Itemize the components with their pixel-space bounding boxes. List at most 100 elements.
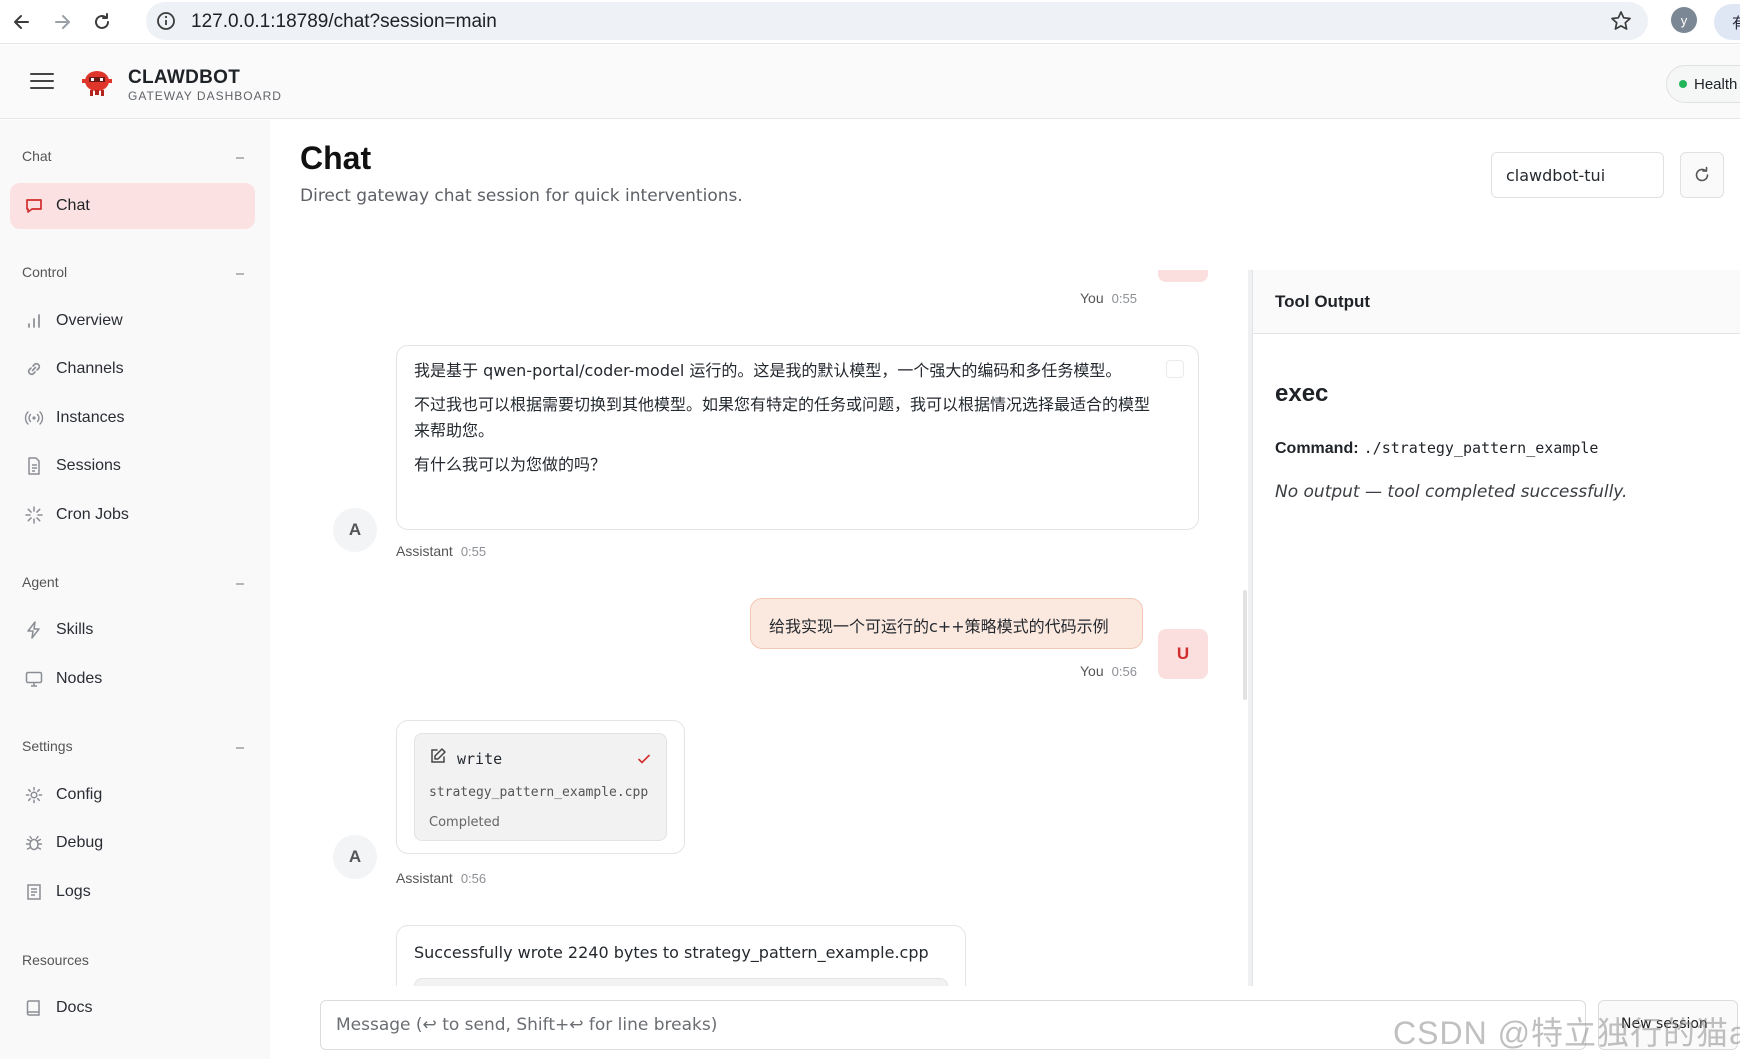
assistant-message-bubble[interactable]: 我是基于 qwen-portal/coder-model 运行的。这是我的默认模…: [396, 345, 1199, 530]
refresh-icon: [1695, 166, 1709, 182]
sidebar-item-label: Config: [56, 786, 103, 803]
sidebar-item-label: Logs: [56, 883, 91, 900]
edit-icon: [429, 747, 447, 773]
document-icon: [24, 456, 44, 476]
clawdbot-logo-icon: [80, 65, 114, 99]
message-time: 0:55: [460, 544, 487, 559]
sidebar-item-logs[interactable]: Logs: [10, 869, 255, 915]
health-dot-icon: [1679, 80, 1687, 88]
bookmark-star-icon[interactable]: [1610, 10, 1632, 32]
sidebar-item-docs[interactable]: Docs: [10, 985, 255, 1031]
result-text: Successfully wrote 2240 bytes to strateg…: [414, 943, 929, 962]
checkmark-icon: [637, 748, 651, 774]
sidebar-item-overview[interactable]: Overview: [10, 298, 255, 344]
loader-icon: [24, 505, 44, 525]
sidebar-item-instances[interactable]: Instances: [10, 395, 255, 441]
brand-title: CLAWDBOT: [128, 67, 241, 88]
link-icon: [24, 359, 44, 379]
assistant-avatar: A: [333, 835, 377, 879]
message-time: 0:56: [460, 871, 487, 886]
refresh-button[interactable]: [1680, 152, 1724, 198]
sidebar-item-label: Chat: [56, 197, 90, 214]
tool-call-card[interactable]: write strategy_pattern_example.cpp Compl…: [414, 733, 667, 841]
sidebar-item-label: Overview: [56, 312, 123, 329]
health-status-badge[interactable]: Health: [1666, 65, 1740, 103]
address-bar[interactable]: 127.0.0.1:18789/chat?session=main: [146, 2, 1648, 40]
sidebar-item-debug[interactable]: Debug: [10, 820, 255, 866]
sidebar-item-nodes[interactable]: Nodes: [10, 656, 255, 702]
collapse-chat-icon[interactable]: [236, 157, 244, 159]
tool-output-pane: Tool Output exec Command: ./strategy_pat…: [1252, 270, 1740, 986]
sidebar: Chat Chat Control Overview Channels Inst…: [0, 120, 270, 1059]
menu-hamburger-icon[interactable]: [30, 73, 54, 91]
collapse-settings-icon[interactable]: [236, 747, 244, 749]
message-input[interactable]: Message (↩ to send, Shift+↩ for line bre…: [320, 1000, 1586, 1050]
message-sender: Assistant: [396, 543, 453, 559]
url-text: 127.0.0.1:18789/chat?session=main: [191, 11, 497, 32]
session-select[interactable]: clawdbot-tui: [1491, 152, 1664, 198]
sidebar-group-agent[interactable]: Agent: [22, 574, 59, 590]
tool-output-command: Command: ./strategy_pattern_example: [1275, 438, 1598, 458]
lightning-icon: [24, 620, 44, 640]
bar-chart-icon: [24, 311, 44, 331]
profile-extension-chip[interactable]: 有: [1714, 4, 1740, 40]
sidebar-item-config[interactable]: Config: [10, 772, 255, 818]
reload-icon[interactable]: [86, 6, 118, 38]
message-meta: You 0:55: [1080, 290, 1137, 306]
user-avatar-clipped: [1158, 270, 1208, 282]
brand-subtitle: GATEWAY DASHBOARD: [128, 89, 282, 103]
collapse-agent-icon[interactable]: [236, 583, 244, 585]
tool-output-title: Tool Output: [1275, 292, 1371, 311]
back-arrow-icon[interactable]: [6, 6, 38, 38]
assistant-avatar: A: [333, 508, 377, 552]
tool-output-name: exec: [1275, 380, 1329, 407]
sidebar-item-label: Instances: [56, 409, 125, 426]
sidebar-group-settings[interactable]: Settings: [22, 738, 73, 754]
chat-scrollbar[interactable]: [1243, 590, 1247, 700]
message-meta: You 0:56: [1080, 663, 1137, 679]
sidebar-item-label: Debug: [56, 834, 104, 851]
sidebar-item-sessions[interactable]: Sessions: [10, 443, 255, 489]
sidebar-item-chat[interactable]: Chat: [10, 183, 255, 229]
message-paragraph: 不过我也可以根据需要切换到其他模型。如果您有特定的任务或问题，我可以根据情况选择…: [414, 395, 1151, 440]
profile-avatar[interactable]: y: [1671, 7, 1697, 33]
health-label: Health: [1694, 75, 1738, 93]
user-message-bubble[interactable]: 给我实现一个可运行的c++策略模式的代码示例: [750, 598, 1143, 649]
new-session-button[interactable]: New session: [1598, 1000, 1738, 1050]
site-info-icon[interactable]: [156, 11, 176, 31]
message-paragraph: 有什么我可以为您做的吗？: [414, 455, 607, 474]
message-paragraph: 我是基于 qwen-portal/coder-model 运行的。这是我的默认模…: [414, 361, 1122, 380]
page-title: Chat: [300, 140, 372, 176]
command-label: Command:: [1275, 440, 1359, 457]
message-meta: Assistant 0:55: [396, 543, 486, 559]
sidebar-item-channels[interactable]: Channels: [10, 346, 255, 392]
message-sender: You: [1080, 290, 1104, 306]
message-sender: You: [1080, 663, 1104, 679]
radio-signal-icon: [24, 408, 44, 428]
app-header: CLAWDBOT GATEWAY DASHBOARD Health: [0, 45, 1740, 119]
monitor-icon: [24, 669, 44, 689]
gear-icon: [24, 785, 44, 805]
sidebar-item-skills[interactable]: Skills: [10, 607, 255, 653]
bug-icon: [24, 833, 44, 853]
tool-name: write: [457, 750, 503, 768]
forward-arrow-icon[interactable]: [46, 6, 78, 38]
message-time: 0:56: [1111, 664, 1137, 679]
assistant-result-bubble[interactable]: Successfully wrote 2240 bytes to strateg…: [396, 925, 966, 986]
sidebar-item-label: Docs: [56, 999, 93, 1016]
tool-file: strategy_pattern_example.cpp: [429, 785, 649, 800]
copy-icon[interactable]: [1166, 360, 1184, 378]
assistant-tool-bubble: write strategy_pattern_example.cpp Compl…: [396, 720, 685, 854]
chat-thread[interactable]: You 0:55 我是基于 qwen-portal/coder-model 运行的…: [300, 270, 1250, 986]
sidebar-group-resources[interactable]: Resources: [22, 952, 89, 968]
sidebar-group-control[interactable]: Control: [22, 264, 67, 280]
sidebar-item-label: Nodes: [56, 670, 103, 687]
tool-output-result: No output — tool completed successfully.: [1275, 482, 1628, 502]
sidebar-item-cron-jobs[interactable]: Cron Jobs: [10, 492, 255, 538]
log-file-icon: [24, 882, 44, 902]
user-avatar: U: [1158, 629, 1208, 679]
collapse-control-icon[interactable]: [236, 273, 244, 275]
book-icon: [24, 998, 44, 1018]
sidebar-group-chat[interactable]: Chat: [22, 148, 52, 164]
tool-status: Completed: [429, 815, 500, 830]
